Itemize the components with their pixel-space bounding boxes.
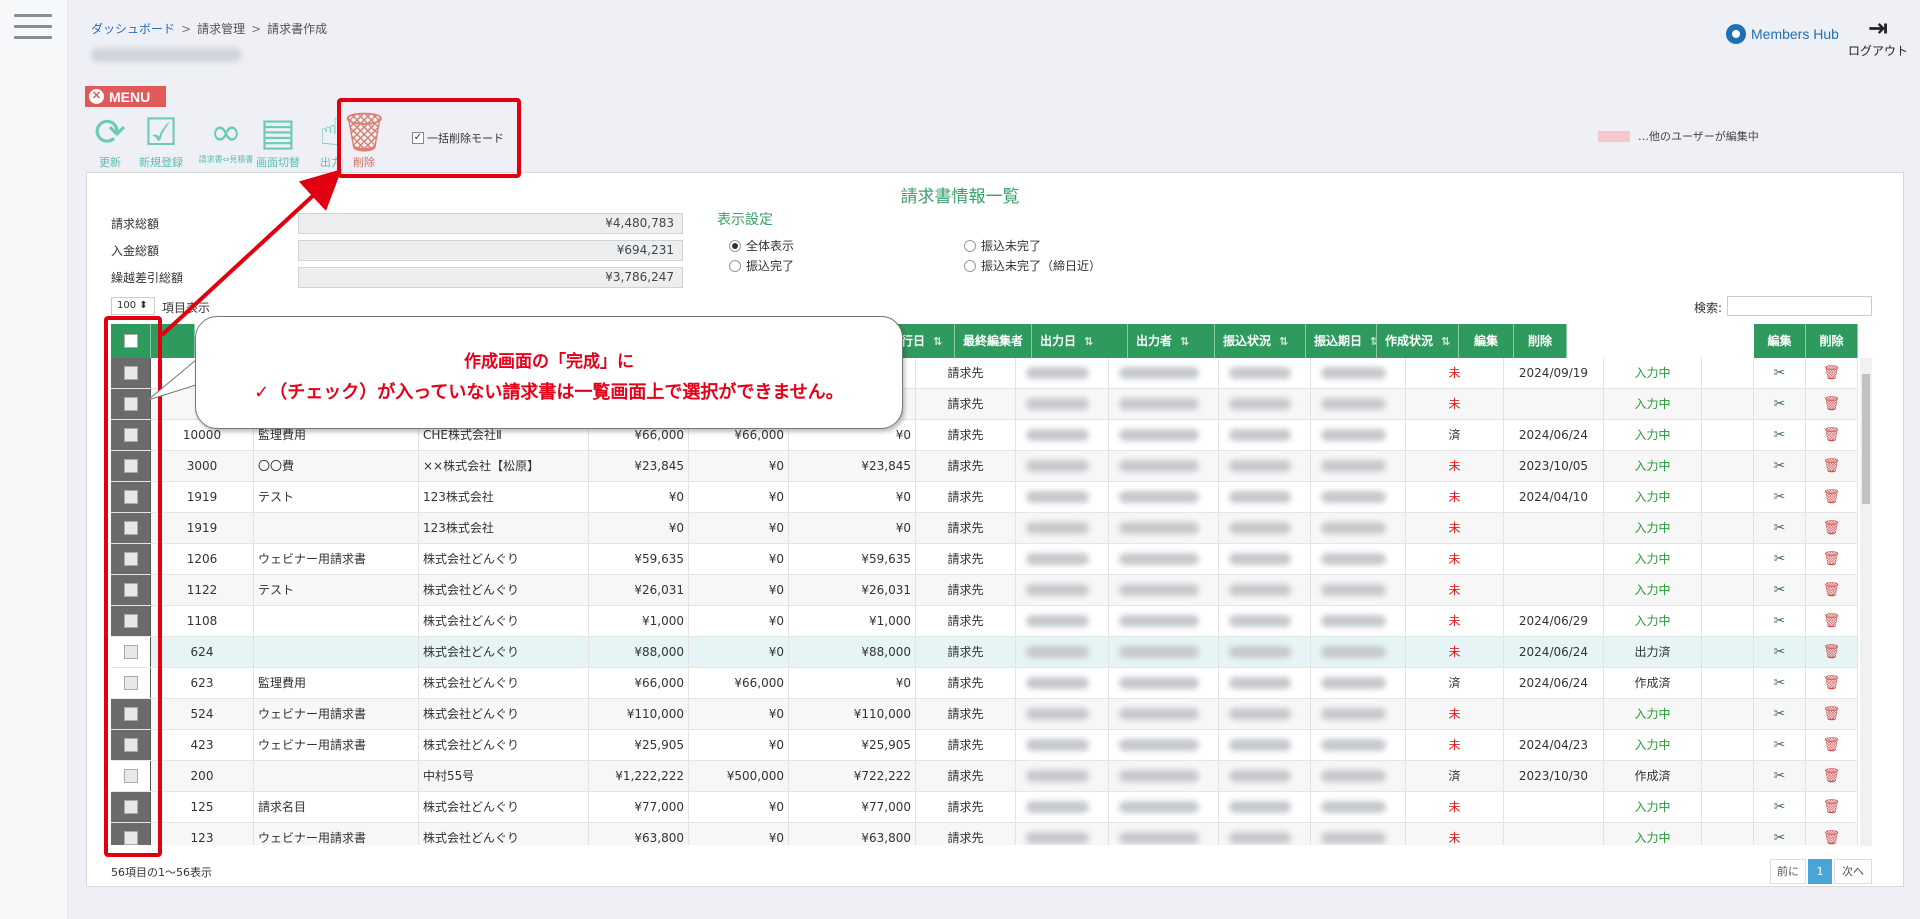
annotation-callout: 作成画面の「完成」に ✓（チェック）が入っていない請求書は一覧画面上で選択ができ… [195,316,903,429]
callout-pointer [147,358,197,401]
annotation-arrows [147,169,342,401]
annotation-arrow [160,169,342,337]
